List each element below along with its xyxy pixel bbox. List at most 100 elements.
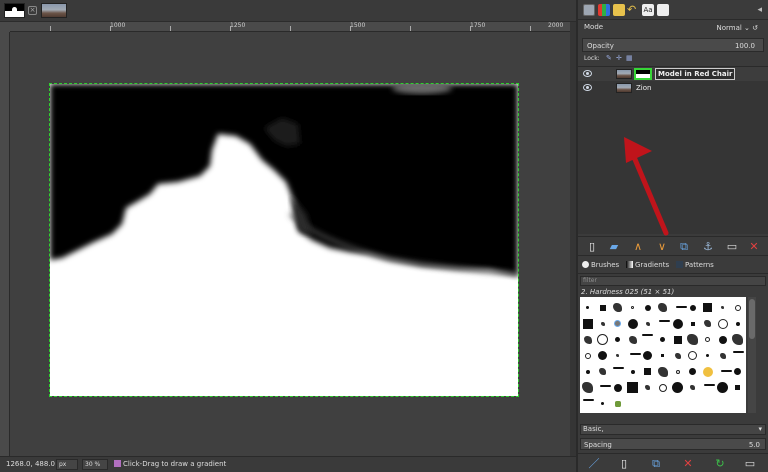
visibility-eye-icon[interactable] xyxy=(583,84,592,91)
brush-thumbnail[interactable] xyxy=(645,385,650,390)
brush-thumbnail[interactable] xyxy=(585,369,590,374)
duplicate-brush-icon[interactable]: ⧉ xyxy=(650,458,662,470)
brush-thumbnail[interactable] xyxy=(732,334,743,345)
layer-mask-canvas[interactable] xyxy=(49,83,519,397)
edit-brush-icon[interactable]: ／ xyxy=(588,458,600,470)
brush-thumbnail[interactable] xyxy=(735,385,740,390)
tab-brushes[interactable]: Brushes xyxy=(582,261,619,269)
brush-thumbnail[interactable] xyxy=(598,351,607,360)
brush-thumbnail[interactable] xyxy=(688,351,697,360)
brush-thumbnail[interactable] xyxy=(584,352,591,359)
image-tab-photo-thumbnail[interactable] xyxy=(41,3,67,18)
brush-thumbnail[interactable] xyxy=(717,318,728,329)
brush-thumbnail[interactable] xyxy=(689,368,696,375)
brush-thumbnail[interactable] xyxy=(586,306,589,309)
raise-layer-icon[interactable]: ∧ xyxy=(632,241,644,253)
brush-thumbnail[interactable] xyxy=(718,335,727,344)
brush-thumbnail[interactable] xyxy=(616,354,619,357)
image-tab-mask-thumbnail[interactable] xyxy=(4,3,25,18)
vertical-ruler[interactable] xyxy=(0,32,10,456)
layer-thumbnail[interactable] xyxy=(616,69,632,79)
new-layer-icon[interactable]: ▯ xyxy=(586,241,598,253)
brush-thumbnail[interactable] xyxy=(629,352,641,355)
brush-filter-input[interactable]: filter xyxy=(580,276,766,286)
unit-select[interactable]: px xyxy=(56,459,78,470)
images-icon[interactable] xyxy=(657,4,669,16)
brush-thumbnail[interactable] xyxy=(673,335,682,344)
brush-thumbnail[interactable] xyxy=(672,318,683,329)
brush-thumbnail[interactable] xyxy=(689,304,696,311)
brush-thumbnail[interactable] xyxy=(690,321,695,326)
brush-thumbnail[interactable] xyxy=(627,318,638,329)
brush-scrollbar[interactable] xyxy=(748,297,756,413)
visibility-eye-icon[interactable] xyxy=(583,70,592,77)
brush-thumbnail[interactable] xyxy=(706,354,709,357)
brush-thumbnail[interactable] xyxy=(600,321,605,326)
anchor-layer-icon[interactable]: ⚓ xyxy=(702,241,714,253)
brush-thumbnail[interactable] xyxy=(658,303,667,312)
brush-thumbnail[interactable] xyxy=(644,368,651,375)
brush-thumbnail[interactable] xyxy=(597,334,608,345)
brush-grid[interactable] xyxy=(580,297,746,413)
layer-row[interactable]: Zion xyxy=(578,81,768,95)
brush-thumbnail[interactable] xyxy=(660,337,665,342)
lock-alpha-icon[interactable]: ▦ xyxy=(626,54,633,62)
delete-brush-icon[interactable]: ✕ xyxy=(682,458,694,470)
brush-thumbnail[interactable] xyxy=(582,318,593,329)
paths-icon[interactable] xyxy=(613,4,625,16)
brush-thumbnail[interactable] xyxy=(721,306,724,309)
layer-name[interactable]: Model in Red Chair xyxy=(655,68,736,80)
brush-thumbnail[interactable] xyxy=(735,321,740,326)
brush-thumbnail[interactable] xyxy=(704,320,711,327)
brush-thumbnail[interactable] xyxy=(644,304,651,311)
layer-mask-thumbnail[interactable] xyxy=(634,68,652,80)
canvas-area[interactable] xyxy=(10,32,570,456)
delete-layer-icon[interactable]: ✕ xyxy=(748,241,760,253)
brush-thumbnail[interactable] xyxy=(734,368,741,375)
zoom-select[interactable]: 30 % xyxy=(82,459,108,470)
brush-thumbnail[interactable] xyxy=(717,382,728,393)
chevron-down-icon[interactable]: ▾ xyxy=(758,425,762,434)
brush-thumbnail[interactable] xyxy=(599,304,606,311)
brush-thumbnail[interactable] xyxy=(687,334,698,345)
brush-tag-input[interactable]: Basic, ▾ xyxy=(580,424,766,435)
brush-thumbnail[interactable] xyxy=(702,366,713,377)
brush-thumbnail[interactable] xyxy=(627,382,638,393)
brush-thumbnail[interactable] xyxy=(612,366,624,369)
brush-thumbnail[interactable] xyxy=(703,383,715,386)
brush-thumbnail[interactable] xyxy=(628,335,637,344)
scrollbar-thumb[interactable] xyxy=(749,299,755,339)
brush-thumbnail[interactable] xyxy=(719,352,726,359)
fonts-icon[interactable]: Aa xyxy=(642,4,654,16)
brush-thumbnail[interactable] xyxy=(703,303,712,312)
open-brush-as-image-icon[interactable]: ▭ xyxy=(744,458,756,470)
brush-thumbnail[interactable] xyxy=(658,383,667,392)
brush-thumbnail[interactable] xyxy=(631,306,634,309)
brush-thumbnail[interactable] xyxy=(676,306,687,308)
brush-thumbnail[interactable] xyxy=(642,334,653,336)
duplicate-layer-icon[interactable]: ⧉ xyxy=(678,241,690,253)
brush-thumbnail[interactable] xyxy=(599,368,606,375)
brush-thumbnail[interactable] xyxy=(583,335,592,344)
brush-thumbnail[interactable] xyxy=(657,366,668,377)
brush-thumbnail[interactable] xyxy=(613,303,622,312)
brush-thumbnail[interactable] xyxy=(705,337,710,342)
opacity-slider[interactable]: Opacity 100.0 xyxy=(582,38,764,52)
brush-thumbnail[interactable] xyxy=(601,402,604,405)
layer-name[interactable]: Zion xyxy=(636,84,651,92)
brush-thumbnail[interactable] xyxy=(672,382,683,393)
brush-thumbnail[interactable] xyxy=(615,337,620,342)
brush-thumbnail[interactable] xyxy=(630,369,635,374)
dock-menu-icon[interactable]: ◂ xyxy=(757,5,762,15)
brush-thumbnail[interactable] xyxy=(643,351,652,360)
spacing-slider[interactable]: Spacing 5.0 xyxy=(580,438,766,450)
brush-thumbnail[interactable] xyxy=(661,354,664,357)
lock-pixels-icon[interactable]: ✎ xyxy=(606,54,612,62)
brush-thumbnail[interactable] xyxy=(690,385,695,390)
lock-position-icon[interactable]: ✛ xyxy=(616,54,622,62)
new-layer-group-icon[interactable]: ▰ xyxy=(608,241,620,253)
refresh-brushes-icon[interactable]: ↻ xyxy=(714,458,726,470)
brush-thumbnail[interactable] xyxy=(720,369,732,372)
horizontal-ruler[interactable]: 1000 1250 1500 1750 2000 xyxy=(10,22,570,32)
brush-thumbnail[interactable] xyxy=(614,400,621,407)
